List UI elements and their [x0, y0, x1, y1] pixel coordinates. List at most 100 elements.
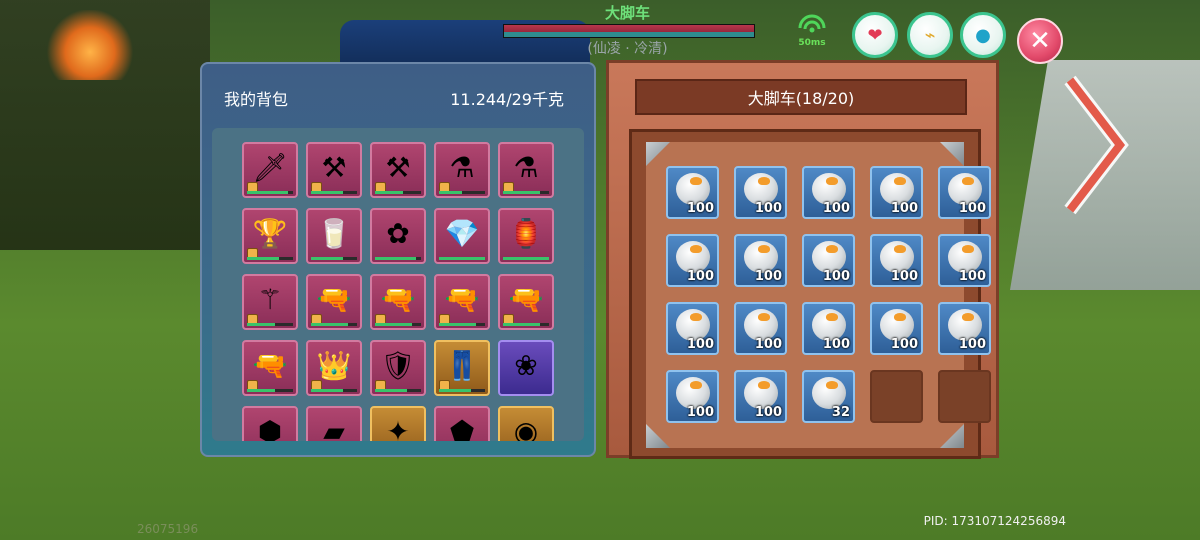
player-id-label: 26075196: [137, 522, 199, 536]
stone-icon: ⬢: [257, 415, 283, 441]
campfire-decoration: [45, 10, 135, 80]
storage-slot[interactable]: 100: [870, 302, 923, 355]
item-quantity: 100: [822, 337, 850, 352]
durability-fill: [375, 257, 417, 260]
storage-slot-empty[interactable]: [870, 370, 923, 423]
backpack-slot[interactable]: ⚗: [434, 142, 490, 198]
backpack-slot[interactable]: ✦: [370, 406, 426, 441]
water-drop-icon: ●: [975, 24, 991, 46]
storage-slot[interactable]: 32: [802, 370, 855, 423]
backpack-grid-area[interactable]: 🗡 ⚒ ⚒ ⚗ ⚗ 🏆 🥛 ✿ 💎 🏮 ⚚ 🔫 🔫 🔫 🔫 🔫 👑 🛡 👖 ❀ ⬢ ▰ ✦ ⬟ ◉: [212, 128, 584, 441]
durability-fill: [247, 389, 275, 392]
backpack-slot[interactable]: ⚗: [498, 142, 554, 198]
item-quantity: 100: [754, 337, 782, 352]
vehicle-storage-grid: 100 100 100 100 100 100 100 100 100 100 100 100 100 1…: [666, 166, 991, 423]
backpack-slot[interactable]: 🔫: [306, 274, 362, 330]
item-quantity: 100: [822, 201, 850, 216]
corner-bracket-icon: [940, 142, 964, 166]
item-quantity: 32: [831, 405, 850, 420]
storage-slot[interactable]: 100: [734, 302, 787, 355]
backpack-slot[interactable]: 🗡: [242, 142, 298, 198]
vehicle-fuel-fill: [504, 32, 754, 37]
storage-slot[interactable]: 100: [666, 370, 719, 423]
crystal-cone-icon: 💎: [444, 217, 480, 250]
storage-slot[interactable]: 100: [802, 302, 855, 355]
backpack-slot[interactable]: ✿: [370, 208, 426, 264]
item-quantity: 100: [686, 269, 714, 284]
item-quantity: 100: [890, 269, 918, 284]
storage-slot[interactable]: 100: [666, 302, 719, 355]
hunger-status-button[interactable]: ⌁: [907, 12, 953, 58]
backpack-slot[interactable]: 🏆: [242, 208, 298, 264]
durability-fill: [375, 323, 412, 326]
health-status-button[interactable]: ❤: [852, 12, 898, 58]
durability-fill: [439, 389, 472, 392]
backpack-slot[interactable]: ❀: [498, 340, 554, 396]
durability-fill: [503, 323, 540, 326]
backpack-slot[interactable]: 🔫: [370, 274, 426, 330]
durability-bar: [375, 323, 421, 326]
stomach-icon: ⌁: [924, 24, 936, 46]
durability-fill: [503, 257, 549, 260]
item-quantity: 100: [686, 337, 714, 352]
durability-fill: [375, 191, 403, 194]
backpack-slot[interactable]: ⬢: [242, 406, 298, 441]
backpack-slot[interactable]: ⚒: [306, 142, 362, 198]
storage-slot[interactable]: 100: [802, 166, 855, 219]
durability-bar: [503, 257, 549, 260]
storage-slot[interactable]: 100: [666, 234, 719, 287]
durability-fill: [311, 191, 344, 194]
backpack-slot[interactable]: ▰: [306, 406, 362, 441]
backpack-slot[interactable]: 🔫: [242, 340, 298, 396]
storage-slot[interactable]: 100: [802, 234, 855, 287]
item-quantity: 100: [754, 201, 782, 216]
storage-slot[interactable]: 100: [938, 234, 991, 287]
backpack-slot[interactable]: 💎: [434, 208, 490, 264]
durability-bar: [503, 191, 549, 194]
corner-bracket-icon: [940, 424, 964, 448]
storage-slot[interactable]: 100: [870, 166, 923, 219]
backpack-slot[interactable]: ⚚: [242, 274, 298, 330]
backpack-slot[interactable]: 🔫: [498, 274, 554, 330]
backpack-slot[interactable]: ◉: [498, 406, 554, 441]
ping-value: 50ms: [798, 38, 826, 48]
network-ping: 50ms: [792, 14, 832, 54]
purple-item-icon: ✦: [386, 415, 410, 441]
item-quantity: 100: [890, 201, 918, 216]
backpack-slot[interactable]: 👖: [434, 340, 490, 396]
durability-fill: [247, 257, 280, 260]
durability-bar: [247, 191, 293, 194]
backpack-slot[interactable]: 👑: [306, 340, 362, 396]
storage-slot[interactable]: 100: [938, 302, 991, 355]
durability-fill: [311, 257, 344, 260]
backpack-slot[interactable]: 🥛: [306, 208, 362, 264]
storage-slot[interactable]: 100: [666, 166, 719, 219]
heart-icon: ❤: [867, 24, 883, 46]
vehicle-owner-label: (仙凌 · 冷清): [587, 41, 668, 57]
storage-slot[interactable]: 100: [734, 234, 787, 287]
backpack-slot[interactable]: ⬟: [434, 406, 490, 441]
item-quantity: 100: [958, 269, 986, 284]
vehicle-storage-title: 大脚车(18/20): [635, 79, 967, 115]
storage-slot-empty[interactable]: [938, 370, 991, 423]
storage-slot[interactable]: 100: [734, 166, 787, 219]
backpack-weight: 11.244/29千克: [450, 90, 564, 109]
item-quantity: 100: [890, 337, 918, 352]
backpack-grid: 🗡 ⚒ ⚒ ⚗ ⚗ 🏆 🥛 ✿ 💎 🏮 ⚚ 🔫 🔫 🔫 🔫 🔫 👑 🛡 👖 ❀ ⬢ ▰ ✦ ⬟ ◉: [242, 142, 554, 441]
durability-bar: [311, 191, 357, 194]
item-quantity: 100: [822, 269, 850, 284]
durability-bar: [311, 323, 357, 326]
backpack-slot[interactable]: ⚒: [370, 142, 426, 198]
close-button[interactable]: ✕: [1017, 18, 1063, 64]
durability-bar: [439, 323, 485, 326]
storage-slot[interactable]: 100: [870, 234, 923, 287]
durability-bar: [439, 191, 485, 194]
backpack-slot[interactable]: 🛡: [370, 340, 426, 396]
item-quantity: 100: [958, 337, 986, 352]
storage-slot[interactable]: 100: [734, 370, 787, 423]
backpack-slot[interactable]: 🏮: [498, 208, 554, 264]
storage-slot[interactable]: 100: [938, 166, 991, 219]
backpack-slot[interactable]: 🔫: [434, 274, 490, 330]
thirst-status-button[interactable]: ●: [960, 12, 1006, 58]
durability-bar: [375, 389, 421, 392]
